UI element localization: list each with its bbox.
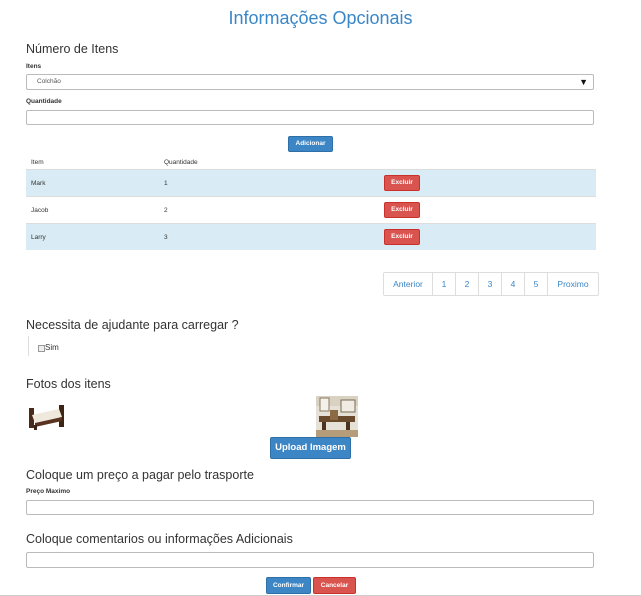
table-header-action xyxy=(374,155,596,170)
price-label: Preço Maximo xyxy=(26,488,71,495)
quantity-label: Quantidade xyxy=(26,98,62,105)
helper-checkbox[interactable] xyxy=(38,345,45,352)
cancel-button[interactable]: Cancelar xyxy=(313,577,356,594)
items-select-label: Itens xyxy=(26,63,42,70)
delete-button[interactable]: Excluir xyxy=(384,175,420,191)
price-heading: Coloque um preço a pagar pelo trasporte xyxy=(26,468,254,482)
photos-heading: Fotos dos itens xyxy=(26,377,111,391)
page-title: Informações Opcionais xyxy=(228,8,413,28)
table-row: Jacob 2 Excluir xyxy=(26,196,596,224)
helper-option-label: Sim xyxy=(45,343,59,352)
comments-input[interactable] xyxy=(26,552,594,568)
upload-image-button[interactable]: Upload Imagem xyxy=(270,437,351,459)
table-row: Larry 3 Excluir xyxy=(26,223,596,250)
divider xyxy=(28,336,29,356)
items-heading: Número de Itens xyxy=(26,42,119,56)
table-header-quantity: Quantidade xyxy=(159,155,374,170)
pagination-page-3[interactable]: 3 xyxy=(478,273,501,295)
confirm-button[interactable]: Confirmar xyxy=(266,577,311,594)
table-cell-qty: 3 xyxy=(159,223,374,250)
pagination-page-1[interactable]: 1 xyxy=(432,273,455,295)
pagination-page-2[interactable]: 2 xyxy=(455,273,478,295)
table-header-item: Item xyxy=(26,155,159,170)
room-thumbnail xyxy=(316,396,358,437)
bed-thumbnail xyxy=(26,403,66,431)
delete-button[interactable]: Excluir xyxy=(384,202,420,218)
price-input[interactable] xyxy=(26,500,594,515)
pagination: Anterior 1 2 3 4 5 Proximo xyxy=(383,272,599,296)
table-cell-qty: 1 xyxy=(159,169,374,197)
table-row: Mark 1 Excluir xyxy=(26,169,596,197)
table-cell-item: Larry xyxy=(26,223,159,250)
pagination-next[interactable]: Proximo xyxy=(547,273,598,295)
helper-question: Necessita de ajudante para carregar ? xyxy=(26,318,239,332)
pagination-page-4[interactable]: 4 xyxy=(501,273,524,295)
pagination-page-5[interactable]: 5 xyxy=(524,273,547,295)
items-select[interactable]: Colchão ▼ xyxy=(26,74,594,90)
quantity-input[interactable] xyxy=(26,110,594,125)
add-button[interactable]: Adicionar xyxy=(288,136,333,152)
items-table: Item Quantidade Mark 1 Excluir Jacob 2 E… xyxy=(26,155,596,250)
table-cell-item: Jacob xyxy=(26,196,159,224)
pagination-prev[interactable]: Anterior xyxy=(384,273,432,295)
delete-button[interactable]: Excluir xyxy=(384,229,420,245)
chevron-down-icon: ▼ xyxy=(579,77,588,87)
comments-heading: Coloque comentarios ou informações Adici… xyxy=(26,532,293,546)
table-cell-qty: 2 xyxy=(159,196,374,224)
items-select-value: Colchão xyxy=(37,78,61,85)
table-cell-item: Mark xyxy=(26,169,159,197)
